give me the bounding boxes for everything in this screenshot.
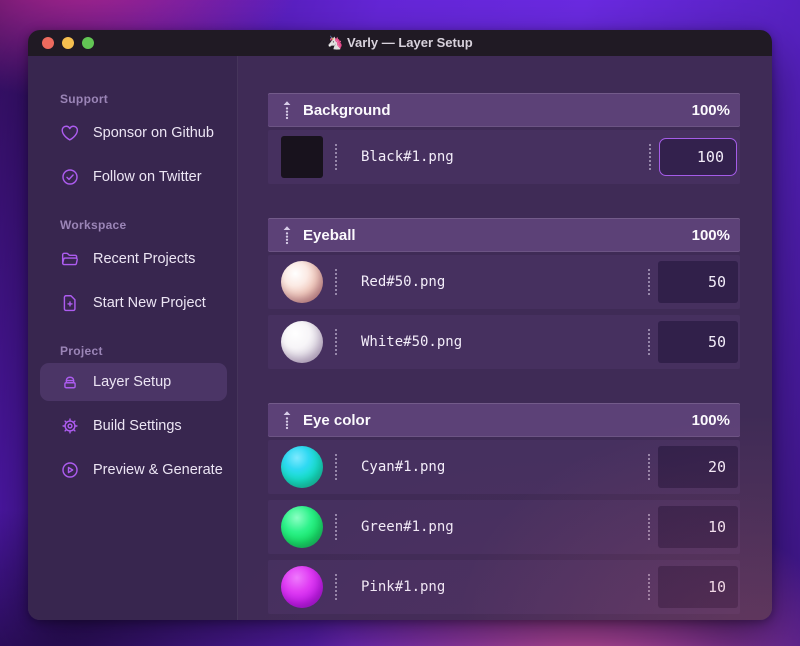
layer-weight-input[interactable]	[658, 261, 738, 303]
heart-icon	[60, 123, 80, 143]
layer-weight-input[interactable]	[659, 138, 737, 176]
layer-filename: Pink#1.png	[361, 579, 446, 595]
group-weight: 100%	[691, 411, 730, 429]
close-button[interactable]	[42, 37, 54, 49]
layer-filename: White#50.png	[361, 334, 463, 350]
layer-row: Black#1.png	[268, 130, 740, 184]
sidebar-item-layer-setup[interactable]: Layer Setup	[40, 363, 227, 401]
sidebar-item-follow-on-twitter[interactable]: Follow on Twitter	[40, 155, 227, 199]
group-header: Eyeball 100%	[268, 218, 740, 252]
sidebar-item-sponsor-on-github[interactable]: Sponsor on Github	[40, 111, 227, 155]
sidebar-section-workspace: Workspace Recent Projects Start New Proj…	[28, 217, 237, 325]
window-titlebar: 🦄 Varly — Layer Setup	[28, 30, 772, 56]
layer-filename: Green#1.png	[361, 519, 454, 535]
divider	[649, 144, 651, 170]
group-title: Eyeball	[303, 226, 356, 244]
window-content: Support Sponsor on Github Follow on Twit…	[28, 56, 772, 620]
layer-filename: Red#50.png	[361, 274, 446, 290]
traffic-lights	[42, 37, 94, 49]
sidebar-item-label: Sponsor on Github	[93, 125, 214, 141]
layer-filename: Black#1.png	[361, 149, 454, 165]
layer-thumbnail	[281, 136, 323, 178]
group-title: Background	[303, 101, 391, 119]
minimize-button[interactable]	[62, 37, 74, 49]
sidebar-section-project: Project Layer Setup Build Settings Previ…	[28, 343, 237, 492]
layer-thumbnail	[281, 321, 323, 363]
sidebar-item-preview-generate[interactable]: Preview & Generate	[40, 448, 227, 492]
window-title-text: Varly — Layer Setup	[347, 35, 473, 50]
sidebar-item-label: Start New Project	[93, 295, 206, 311]
document-plus-icon	[60, 293, 80, 313]
app-window: 🦄 Varly — Layer Setup Support Sponsor on…	[28, 30, 772, 620]
sidebar-item-label: Follow on Twitter	[93, 169, 202, 185]
sidebar-item-label: Build Settings	[93, 418, 182, 434]
sidebar-item-recent-projects[interactable]: Recent Projects	[40, 237, 227, 281]
group-weight: 100%	[691, 226, 730, 244]
group-weight: 100%	[691, 101, 730, 119]
zoom-button[interactable]	[82, 37, 94, 49]
layer-row: Cyan#1.png	[268, 440, 740, 494]
folder-open-icon	[60, 249, 80, 269]
layer-weight-input[interactable]	[658, 446, 738, 488]
layer-row: Red#50.png	[268, 255, 740, 309]
layer-setup-panel: Background 100% Black#1.png Eyeball 100%	[238, 56, 772, 620]
drag-handle-icon[interactable]	[281, 410, 293, 430]
drag-handle-icon[interactable]	[281, 225, 293, 245]
layer-thumbnail	[281, 566, 323, 608]
sidebar-item-label: Preview & Generate	[93, 462, 223, 478]
gear-icon	[60, 416, 80, 436]
layer-filename: Cyan#1.png	[361, 459, 446, 475]
sidebar: Support Sponsor on Github Follow on Twit…	[28, 56, 238, 620]
group-header: Background 100%	[268, 93, 740, 127]
group-title: Eye color	[303, 411, 371, 429]
sidebar-section-support: Support Sponsor on Github Follow on Twit…	[28, 91, 237, 199]
layer-thumbnail	[281, 261, 323, 303]
section-label: Support	[60, 92, 109, 106]
layer-row: White#50.png	[268, 315, 740, 369]
layer-weight-input[interactable]	[658, 506, 738, 548]
sidebar-item-start-new-project[interactable]: Start New Project	[40, 281, 227, 325]
layers-basket-icon	[60, 372, 80, 392]
layer-thumbnail	[281, 446, 323, 488]
divider	[335, 329, 337, 355]
layer-weight-input[interactable]	[658, 321, 738, 363]
divider	[648, 269, 650, 295]
divider	[648, 329, 650, 355]
layer-weight-input[interactable]	[658, 566, 738, 608]
divider	[335, 574, 337, 600]
divider	[648, 514, 650, 540]
divider	[335, 144, 337, 170]
sidebar-item-label: Layer Setup	[93, 374, 172, 390]
divider	[335, 269, 337, 295]
app-icon: 🦄	[327, 35, 344, 50]
layer-group-eye-color: Eye color 100% Cyan#1.png Green#1.png	[268, 403, 740, 614]
layer-row: Green#1.png	[268, 500, 740, 554]
layer-group-background: Background 100% Black#1.png	[268, 93, 740, 184]
sidebar-item-build-settings[interactable]: Build Settings	[40, 404, 227, 448]
layer-thumbnail	[281, 506, 323, 548]
section-label: Project	[60, 344, 103, 358]
divider	[648, 454, 650, 480]
divider	[648, 574, 650, 600]
play-circle-icon	[60, 460, 80, 480]
layer-row: Pink#1.png	[268, 560, 740, 614]
divider	[335, 454, 337, 480]
divider	[335, 514, 337, 540]
badge-check-icon	[60, 167, 80, 187]
window-title: 🦄 Varly — Layer Setup	[28, 35, 772, 51]
group-header: Eye color 100%	[268, 403, 740, 437]
section-label: Workspace	[60, 218, 127, 232]
drag-handle-icon[interactable]	[281, 100, 293, 120]
layer-group-eyeball: Eyeball 100% Red#50.png White#50.png	[268, 218, 740, 369]
sidebar-item-label: Recent Projects	[93, 251, 196, 267]
